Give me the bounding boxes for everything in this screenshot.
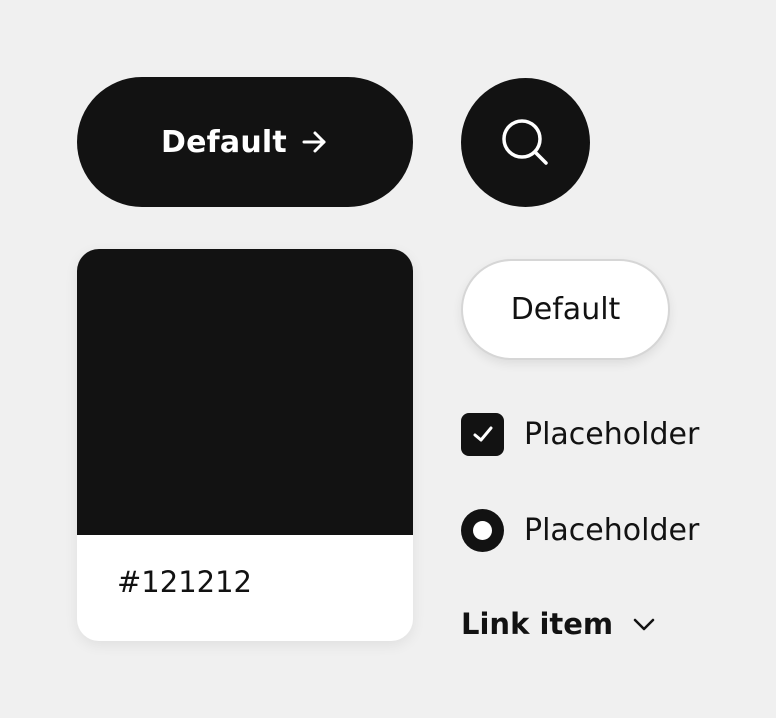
checkmark-icon bbox=[470, 421, 496, 447]
search-button[interactable] bbox=[461, 78, 590, 207]
radio-option[interactable]: Placeholder bbox=[461, 508, 699, 552]
color-swatch-preview bbox=[77, 249, 413, 535]
arrow-right-icon bbox=[299, 127, 329, 157]
link-item-dropdown[interactable]: Link item bbox=[461, 604, 659, 644]
radio-selected-dot bbox=[473, 520, 492, 540]
color-hex-label: #121212 bbox=[117, 565, 253, 599]
radio-label: Placeholder bbox=[524, 512, 700, 548]
checkbox[interactable] bbox=[461, 412, 504, 456]
search-icon bbox=[500, 117, 552, 169]
chevron-down-icon bbox=[629, 609, 659, 639]
link-item-label: Link item bbox=[461, 607, 614, 641]
primary-button-label: Default bbox=[161, 124, 287, 160]
secondary-button-label: Default bbox=[510, 292, 621, 327]
checkbox-label: Placeholder bbox=[524, 416, 700, 452]
color-swatch-card: #121212 bbox=[77, 249, 413, 641]
radio-button[interactable] bbox=[461, 508, 504, 552]
checkbox-option[interactable]: Placeholder bbox=[461, 412, 699, 456]
secondary-default-button[interactable]: Default bbox=[461, 259, 670, 360]
primary-default-button[interactable]: Default bbox=[77, 77, 413, 207]
